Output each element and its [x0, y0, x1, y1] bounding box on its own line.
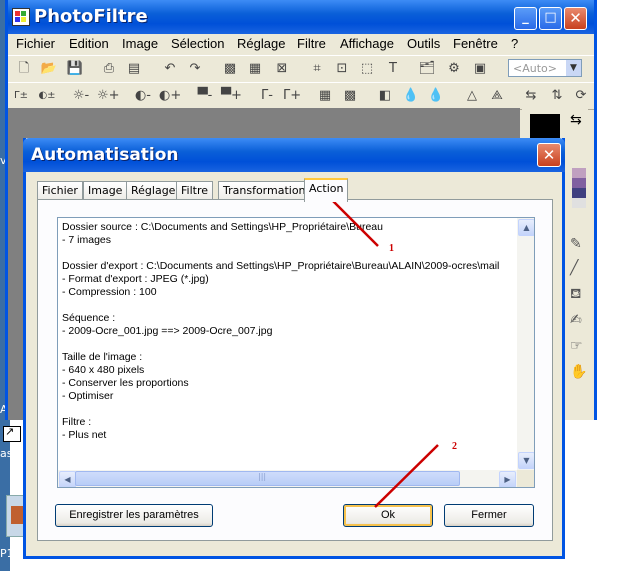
annotation-overlay: [332, 200, 439, 508]
annotation-label-1: 1: [389, 243, 394, 254]
tab-action[interactable]: Action: [304, 178, 349, 202]
annotation-arrow-1: [332, 200, 379, 247]
annotation-arrow-2: [374, 444, 439, 508]
annotation-label-2: 2: [452, 441, 457, 452]
